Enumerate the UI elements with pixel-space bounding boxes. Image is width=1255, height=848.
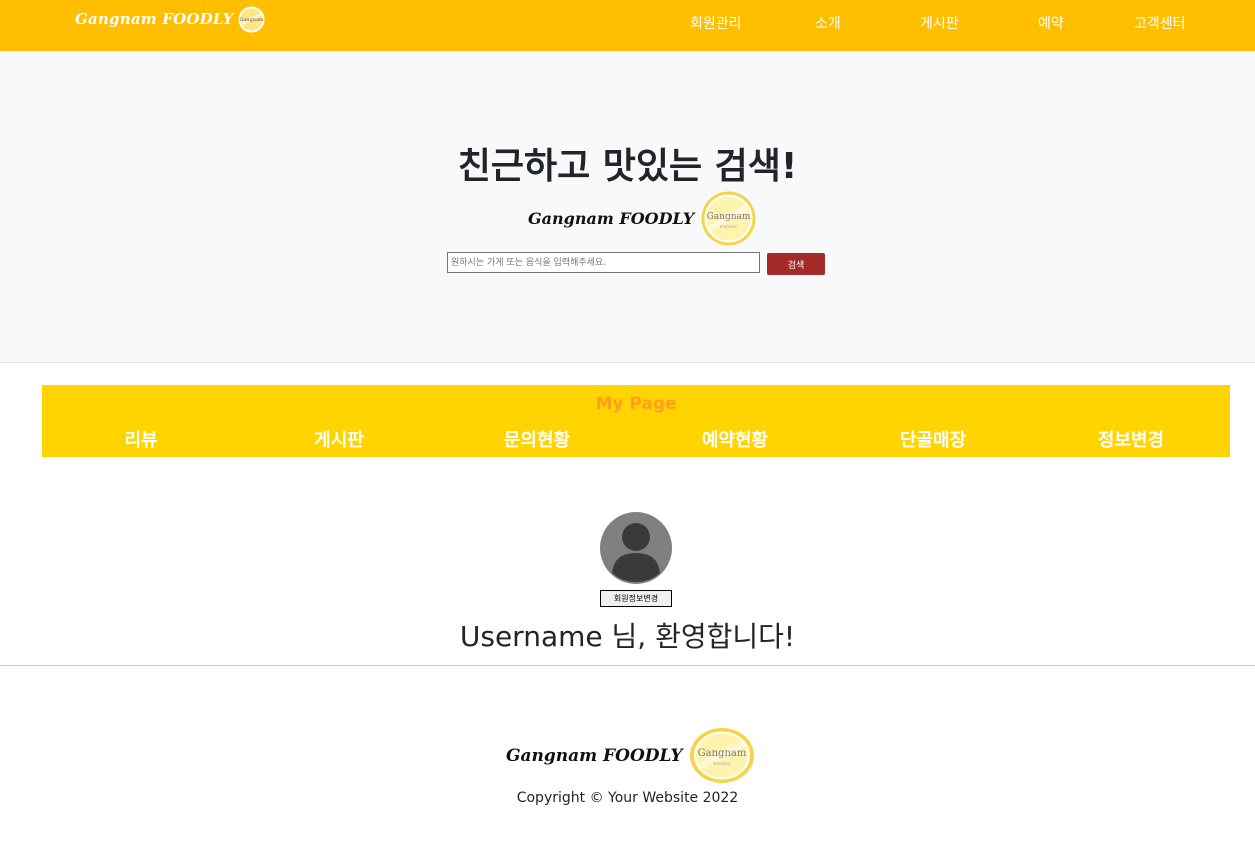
search-button[interactable]: 검색: [767, 253, 825, 275]
tab-favorite-stores[interactable]: 단골매장: [834, 426, 1032, 452]
mypage-bar: My Page 리뷰 게시판 문의현황 예약현황 단골매장 정보변경: [42, 385, 1230, 457]
footer-badge-icon: Gangnam FOODLY: [689, 728, 754, 783]
tab-reservations[interactable]: 예약현황: [636, 426, 834, 452]
brand-badge-icon: Gangnam: [238, 6, 265, 32]
nav-member-management[interactable]: 회원관리: [690, 13, 742, 33]
nav-board[interactable]: 게시판: [920, 13, 959, 33]
mypage-title: My Page: [595, 394, 677, 414]
svg-text:FOODLY: FOODLY: [713, 761, 731, 766]
user-avatar-icon[interactable]: [600, 511, 672, 585]
svg-text:Gangnam: Gangnam: [239, 17, 264, 23]
svg-text:Gangnam: Gangnam: [697, 748, 746, 759]
hero-logo-text: Gangnam FOODLY: [528, 209, 695, 228]
hero-title: 친근하고 맛있는 검색!: [457, 146, 798, 187]
tab-inquiries[interactable]: 문의현황: [438, 426, 636, 452]
nav-reservation[interactable]: 예약: [1038, 13, 1064, 33]
tab-board[interactable]: 게시판: [240, 426, 438, 452]
footer-logo: Gangnam FOODLY Gangnam FOODLY: [506, 727, 755, 784]
svg-text:Gangnam: Gangnam: [707, 212, 751, 222]
footer-divider: [0, 665, 1255, 666]
brand-logo[interactable]: Gangnam FOODLY Gangnam: [75, 5, 265, 33]
hero-section: 친근하고 맛있는 검색! Gangnam FOODLY Gangnam FOOD…: [0, 51, 1255, 363]
search-input[interactable]: [447, 252, 760, 273]
nav-about[interactable]: 소개: [815, 13, 841, 33]
tab-edit-info[interactable]: 정보변경: [1032, 426, 1230, 452]
tab-reviews[interactable]: 리뷰: [42, 426, 240, 452]
brand-name: Gangnam FOODLY: [75, 10, 234, 28]
hero-logo: Gangnam FOODLY Gangnam FOODLY: [528, 190, 757, 247]
svg-text:FOODLY: FOODLY: [720, 224, 738, 229]
nav-customer-center[interactable]: 고객센터: [1134, 13, 1186, 33]
footer-logo-text: Gangnam FOODLY: [506, 745, 683, 766]
welcome-message: Username 님, 환영합니다!: [459, 620, 796, 653]
hero-badge-icon: Gangnam FOODLY: [701, 191, 756, 246]
copyright-text: Copyright © Your Website 2022: [516, 790, 739, 806]
top-navbar: Gangnam FOODLY Gangnam 회원관리 소개 게시판 예약 고객…: [0, 0, 1255, 51]
edit-profile-button[interactable]: 회원정보변경: [600, 590, 672, 607]
